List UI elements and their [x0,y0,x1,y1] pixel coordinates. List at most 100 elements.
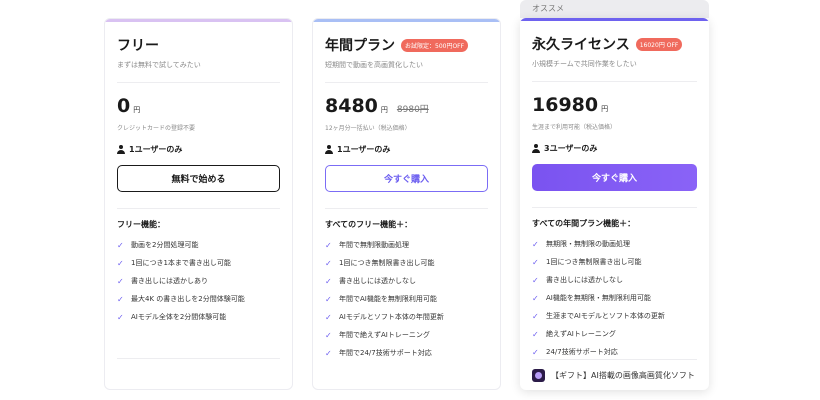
plan-title-text: フリー [117,38,159,54]
feature-text: 生涯までAIモデルとソフト本体の更新 [546,312,665,320]
price-value: 16980 [532,94,599,116]
feature-text: 年間でAI機能を無制限利用可能 [339,295,437,303]
plan-card-free: フリー まずは無料で試してみたい 0 円 クレジットカードの登録不要 1ユーザー… [104,18,293,390]
list-item: ✓ 年間で無制限動画処理 [325,236,488,254]
feature-text: 書き出しには透かしなし [546,276,623,284]
list-item: ✓ AIモデルとソフト本体の年間更新 [325,308,488,326]
plan-title: 永久ライセンス 16020円 OFF [532,34,697,54]
check-icon: ✓ [325,240,332,250]
recommended-ribbon: オススメ [520,0,709,18]
feature-text: 1回につき1本まで書き出し可能 [131,259,231,267]
user-count: 1ユーザーのみ [325,144,488,155]
list-item: ✓ 1回につき1本まで書き出し可能 [117,254,280,272]
price-note: 生涯まで利用可能（税込価格） [532,124,617,131]
list-item: ✓ 書き出しには透かしあり [117,272,280,290]
user-icon [117,145,125,154]
user-count-label: 1ユーザーのみ [129,145,183,154]
plan-title-text: 永久ライセンス [532,37,630,53]
feature-text: 年間で24/7技術サポート対応 [339,349,432,357]
price-unit: 円 [380,106,388,114]
user-count-label: 3ユーザーのみ [544,144,598,153]
check-icon: ✓ [532,329,539,339]
list-item: ✓ 絶えずAIトレーニング [532,325,697,343]
user-icon [532,144,540,153]
price-note: クレジットカードの登録不要 [117,125,196,132]
user-count: 1ユーザーのみ [117,144,280,155]
check-icon: ✓ [325,330,332,340]
divider [532,207,697,208]
check-icon: ✓ [117,294,124,304]
divider [532,359,697,360]
gift-label: 【ギフト】AI搭載の画像高画質化ソフト [551,371,695,380]
divider [117,82,280,83]
feature-list: ✓ 年間で無制限動画処理 ✓ 1回につき無制限書き出し可能 ✓ 書き出しには透かしなし… [325,236,488,362]
divider [325,208,488,209]
feature-text: 書き出しには透かしなし [339,277,416,285]
plan-subtitle: 短期間で動画を高画質化したい [325,61,423,69]
list-item: ✓ 最大4K の書き出しを2分間体験可能 [117,290,280,308]
feature-text: AIモデル全体を2分間体験可能 [131,313,227,321]
list-item: ✓ 書き出しには透かしなし [532,271,697,289]
check-icon: ✓ [117,312,124,322]
divider [117,208,280,209]
price-row: 16980 円 [532,94,697,118]
check-icon: ✓ [532,239,539,249]
start-free-button[interactable]: 無料で始める [117,165,280,192]
list-item: ✓ AIモデル全体を2分間体験可能 [117,308,280,326]
features-heading: フリー機能： [117,220,165,229]
original-price: 8980円 [396,105,429,115]
user-count-label: 1ユーザーのみ [337,145,391,154]
check-icon: ✓ [325,294,332,304]
check-icon: ✓ [325,348,332,358]
price-note: 12ヶ月分一括払い（税込価格） [325,125,411,132]
feature-text: 書き出しには透かしあり [131,277,208,285]
list-item: ✓ 年間でAI機能を無制限利用可能 [325,290,488,308]
plan-card-lifetime: 永久ライセンス 16020円 OFF 小規模チームで共同作業をしたい 16980… [520,18,709,390]
feature-text: 年間で無制限動画処理 [339,241,409,249]
feature-text: 無期限・無制限の動画処理 [546,240,630,248]
list-item: ✓ AI機能を無期限・無制限利用可能 [532,289,697,307]
user-count: 3ユーザーのみ [532,143,697,154]
list-item: ✓ 動画を2分間処理可能 [117,236,280,254]
divider [532,81,697,82]
plan-title: フリー [117,35,280,55]
price-value: 0 [117,95,131,117]
check-icon: ✓ [117,258,124,268]
list-item: ✓ 年間で絶えずAIトレーニング [325,326,488,344]
gift-link[interactable]: 【ギフト】AI搭載の画像高画質化ソフト [532,369,695,382]
feature-text: AI機能を無期限・無制限利用可能 [546,294,651,302]
list-item: ✓ 1回につき無制限書き出し可能 [532,253,697,271]
plan-subtitle: まずは無料で試してみたい [117,61,201,69]
plan-title-text: 年間プラン [325,38,395,54]
price-unit: 円 [133,106,141,114]
buy-annual-button[interactable]: 今すぐ購入 [325,165,488,192]
list-item: ✓ 生涯までAIモデルとソフト本体の更新 [532,307,697,325]
feature-text: 最大4K の書き出しを2分間体験可能 [131,295,245,303]
check-icon: ✓ [532,257,539,267]
price-value: 8480 [325,95,378,117]
plan-subtitle: 小規模チームで共同作業をしたい [532,60,637,68]
list-item: ✓ 1回につき無制限書き出し可能 [325,254,488,272]
divider [325,82,488,83]
feature-text: 24/7技術サポート対応 [546,348,618,356]
discount-badge: 16020円 OFF [635,37,683,51]
feature-text: 絶えずAIトレーニング [546,330,616,338]
feature-list: ✓ 無期限・無制限の動画処理 ✓ 1回につき無制限書き出し可能 ✓ 書き出しには透かし… [532,235,697,361]
check-icon: ✓ [325,258,332,268]
feature-text: AIモデルとソフト本体の年間更新 [339,313,444,321]
plan-card-annual: 年間プラン お試限定：500円OFF 短期間で動画を高画質化したい 8480 円… [312,18,501,390]
check-icon: ✓ [117,240,124,250]
check-icon: ✓ [532,293,539,303]
list-item: ✓ 無期限・無制限の動画処理 [532,235,697,253]
price-unit: 円 [601,105,609,113]
divider [117,358,280,359]
plan-title: 年間プラン お試限定：500円OFF [325,35,488,55]
feature-list: ✓ 動画を2分間処理可能 ✓ 1回につき1本まで書き出し可能 ✓ 書き出しには透かしあ… [117,236,280,326]
check-icon: ✓ [325,312,332,322]
feature-text: 1回につき無制限書き出し可能 [339,259,435,267]
buy-lifetime-button[interactable]: 今すぐ購入 [532,164,697,191]
user-icon [325,145,333,154]
feature-text: 動画を2分間処理可能 [131,241,199,249]
features-heading: すべてのフリー機能＋： [325,220,413,229]
check-icon: ✓ [117,276,124,286]
